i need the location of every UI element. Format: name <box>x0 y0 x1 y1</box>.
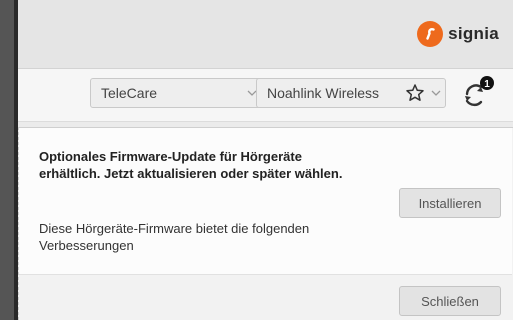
telecare-select-value: TeleCare <box>101 85 158 101</box>
brand-logo: signia <box>417 21 499 47</box>
star-icon[interactable] <box>403 83 427 103</box>
sync-badge-count: 1 <box>484 79 490 90</box>
close-button[interactable]: Schließen <box>399 286 501 316</box>
dialog-content: Optionales Firmware-Update für Hörgeräte… <box>19 128 512 275</box>
chevron-down-icon <box>427 90 445 96</box>
sync-button[interactable]: 1 <box>456 75 496 115</box>
install-button[interactable]: Installieren <box>399 188 501 218</box>
sync-icon <box>465 84 483 107</box>
app-window: signia TeleCare Noahlink Wireless 1 Opti… <box>18 0 513 320</box>
firmware-update-dialog: Optionales Firmware-Update für Hörgeräte… <box>18 127 513 320</box>
signia-logo-icon <box>417 21 444 47</box>
dialog-title: Optionales Firmware-Update für Hörgeräte… <box>39 149 343 181</box>
window-frame-edge <box>0 0 14 320</box>
brand-name: signia <box>448 24 499 43</box>
telecare-select[interactable]: TeleCare <box>90 78 262 108</box>
noahlink-select[interactable]: Noahlink Wireless <box>256 78 446 108</box>
noahlink-select-value: Noahlink Wireless <box>267 85 380 101</box>
dialog-description: Diese Hörgeräte-Firmware bietet die folg… <box>39 221 310 253</box>
app-header: signia <box>18 0 513 69</box>
toolbar: TeleCare Noahlink Wireless 1 <box>18 69 513 122</box>
